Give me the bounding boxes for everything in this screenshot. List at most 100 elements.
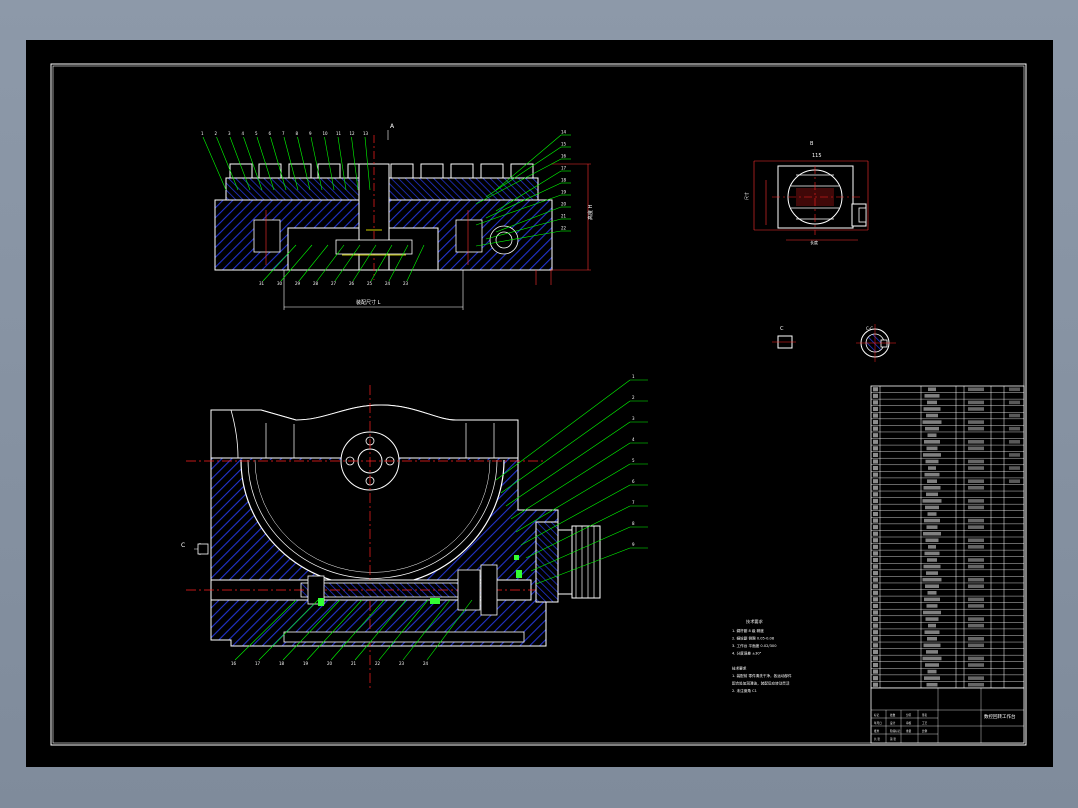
bom-cell-index xyxy=(873,551,878,556)
bom-cell-index xyxy=(873,400,878,405)
callout-label: 28 xyxy=(313,281,319,286)
bom-table xyxy=(870,385,1025,689)
callout-label: 8 xyxy=(296,131,299,136)
tech-req-line: 2. 未注倒角 C1 xyxy=(732,688,757,693)
bom-cell-name xyxy=(924,551,940,556)
bom-cell-material xyxy=(968,682,984,687)
bom-cell-name xyxy=(925,617,939,621)
leader-line xyxy=(500,400,631,494)
drawing-canvas[interactable]: 装配尺寸 L 高度 H 1 2 3 4 5 6 7 8 9 10 11 12 13 14 15 16 17 18… xyxy=(26,40,1053,767)
callout-label: 24 xyxy=(423,661,429,666)
bom-cell-index xyxy=(873,406,878,412)
bom-cell-index xyxy=(873,584,878,589)
bom-cell-name xyxy=(925,663,939,667)
title-block-label: 年月日 xyxy=(874,721,882,725)
bom-cell-index xyxy=(873,662,878,668)
svg-text:长度: 长度 xyxy=(810,239,818,245)
callout-label: 7 xyxy=(282,131,285,136)
callout-label: 18 xyxy=(279,661,285,666)
bom-cell-material xyxy=(968,538,984,543)
bom-cell-material xyxy=(968,617,984,621)
title-block-label: 批准 xyxy=(874,729,880,733)
bom-cell-name xyxy=(927,479,937,483)
bom-cell-index xyxy=(873,479,878,484)
tech-requirements: 技术要求 1. 蜗杆副 8 级 精度 2. 蜗轮副 侧隙 0.05-0.08 3. … xyxy=(732,618,792,693)
bom-cell-name xyxy=(924,597,940,602)
bom-cell-name xyxy=(924,394,940,398)
callout-label: 27 xyxy=(331,281,337,286)
bom-cell-material xyxy=(968,545,984,549)
bom-cell-material xyxy=(968,623,984,628)
callout-label: 25 xyxy=(367,281,373,286)
detail-view-label: C xyxy=(780,326,784,332)
detail-views: C C-C xyxy=(772,324,896,362)
aux-view-label: B xyxy=(810,141,814,147)
bom-cell-material xyxy=(968,505,984,510)
bom-cell-material xyxy=(968,479,984,483)
callout-label: 19 xyxy=(561,190,567,195)
tech-req-line: 3. 工作台 平面度 0.02/300 xyxy=(732,643,777,648)
bom-cell-index xyxy=(873,623,878,628)
cad-app-frame: 装配尺寸 L 高度 H 1 2 3 4 5 6 7 8 9 10 11 12 13 14 15 16 17 18… xyxy=(0,0,1078,808)
leader-line xyxy=(202,136,227,191)
bom-cell-name xyxy=(926,413,938,418)
bom-cell-index xyxy=(873,538,878,543)
callout-label: 31 xyxy=(259,281,265,286)
bom-cell-index xyxy=(873,413,878,418)
bom-cell-name xyxy=(923,610,941,615)
bom-cell-note xyxy=(1009,479,1020,483)
callout-label: 22 xyxy=(375,661,381,666)
bom-cell-index xyxy=(873,505,878,510)
title-block-label: 处数 xyxy=(890,713,896,717)
bom-cell-index xyxy=(873,649,878,654)
bom-cell-name xyxy=(923,407,941,411)
bom-cell-name xyxy=(925,584,939,589)
bom-cell-note xyxy=(1009,440,1020,444)
callout-label: 5 xyxy=(255,131,258,136)
bom-cell-index xyxy=(873,387,878,392)
bom-cell-material xyxy=(968,518,984,523)
tech-req-line: 1. 装配前 零件清洗干净，各运动部件 xyxy=(732,673,792,678)
callout-label: 30 xyxy=(277,281,283,286)
bom-cell-index xyxy=(873,518,878,523)
section-mark: A xyxy=(390,123,395,130)
bom-cell-note xyxy=(1009,466,1020,470)
main-view-label: C xyxy=(181,542,185,549)
callout-label: 7 xyxy=(632,500,635,505)
bom-cell-name xyxy=(927,558,937,562)
title-block-label: 重量 xyxy=(906,729,912,733)
bom-cell-name xyxy=(924,440,940,444)
callout-label: 15 xyxy=(561,142,567,147)
bom-cell-name xyxy=(928,623,936,628)
callout-label: 13 xyxy=(363,131,369,136)
bom-cell-index xyxy=(873,571,878,576)
bom-cell-material xyxy=(968,459,984,464)
bom-cell-name xyxy=(927,512,937,516)
callout-label: 3 xyxy=(632,416,635,421)
svg-text:115: 115 xyxy=(812,153,822,159)
callout-label: 14 xyxy=(561,130,567,135)
callout-label: 6 xyxy=(632,479,635,484)
callout-label: 16 xyxy=(561,154,567,159)
bom-cell-index xyxy=(873,459,878,464)
tech-req-line: 2. 蜗轮副 侧隙 0.05-0.08 xyxy=(732,636,775,641)
bom-cell-index xyxy=(873,525,878,530)
tech-req-line: 技术要求 xyxy=(732,666,747,671)
bom-cell-index xyxy=(873,590,878,595)
bom-cell-material xyxy=(968,400,984,405)
bom-cell-index xyxy=(873,636,878,641)
svg-text:尺寸: 尺寸 xyxy=(743,192,749,200)
leader-line xyxy=(515,463,631,533)
bom-cell-name xyxy=(924,518,940,523)
bom-cell-note xyxy=(1009,413,1020,418)
bom-cell-index xyxy=(873,465,878,471)
bom-cell-name xyxy=(923,643,941,648)
title-block-label: 签名 xyxy=(922,713,928,717)
bom-cell-index xyxy=(873,676,878,681)
bom-cell-note xyxy=(1009,453,1020,457)
bom-cell-name xyxy=(928,387,936,392)
bom-cell-material xyxy=(968,499,984,503)
title-block-label: 共 张 xyxy=(874,737,880,741)
bom-cell-material xyxy=(968,636,984,641)
bom-cell-name xyxy=(922,656,942,661)
